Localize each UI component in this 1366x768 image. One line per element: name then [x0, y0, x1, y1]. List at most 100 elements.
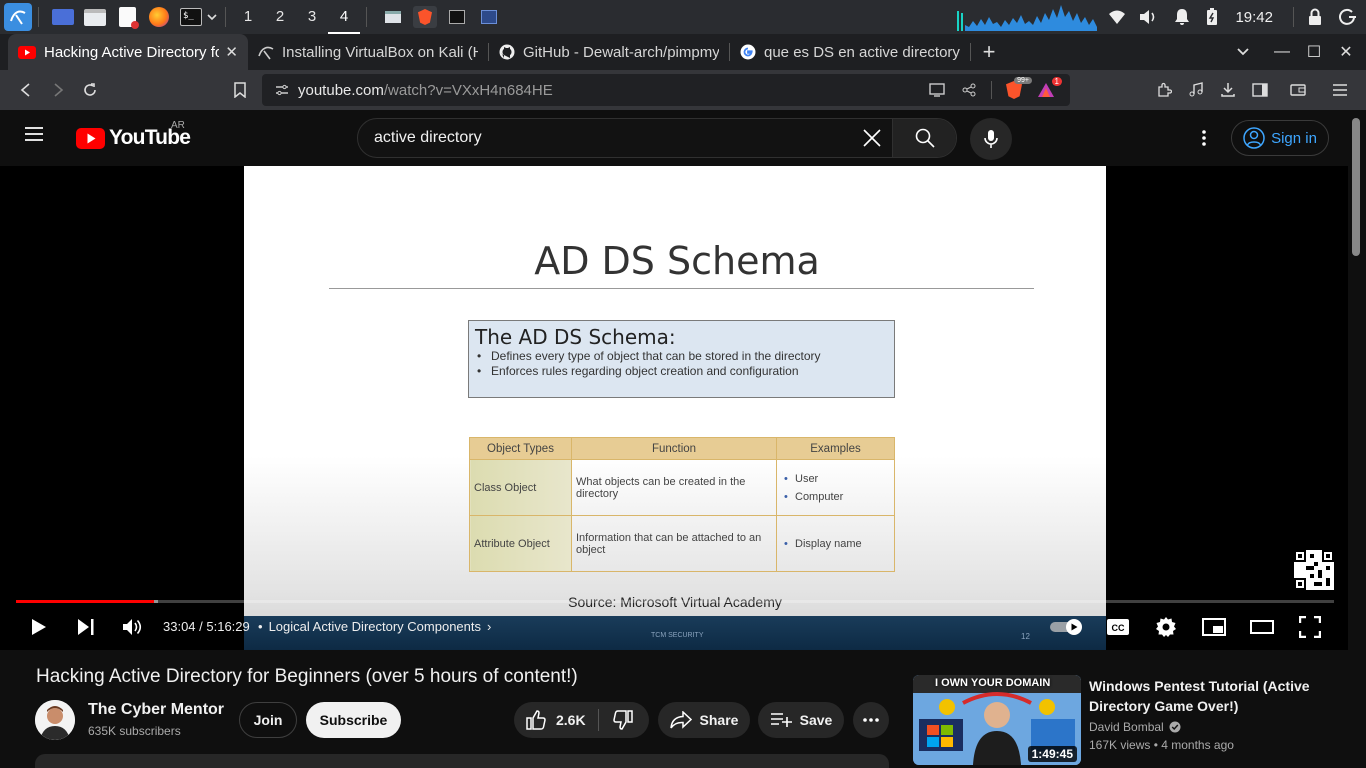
minimize-icon[interactable]: — [1266, 43, 1298, 61]
settings-button[interactable] [1151, 612, 1181, 642]
next-button[interactable] [71, 612, 101, 642]
forward-button[interactable] [42, 74, 74, 106]
share-page-icon[interactable] [953, 83, 985, 97]
search-input[interactable] [358, 129, 852, 147]
like-dislike-group: 2.6K [514, 702, 649, 738]
site-info-icon[interactable] [274, 82, 290, 98]
guide-menu-button[interactable] [24, 126, 44, 142]
sidebar-toggle-icon[interactable] [1244, 74, 1276, 106]
tab-github[interactable]: GitHub - Dewalt-arch/pimpmy [489, 34, 729, 70]
voice-search-button[interactable] [970, 118, 1012, 160]
workspace-2[interactable]: 2 [264, 0, 296, 34]
table-cell-type: Attribute Object [469, 515, 572, 572]
browser-tab-strip: Hacking Active Directory fo ✕ Installing… [0, 34, 1366, 70]
battery-icon[interactable] [1199, 2, 1225, 32]
save-button[interactable]: Save [758, 702, 844, 738]
recommended-title[interactable]: Windows Pentest Tutorial (Active Directo… [1089, 676, 1333, 716]
media-controls-icon[interactable] [1180, 74, 1212, 106]
downloads-icon[interactable] [1212, 74, 1244, 106]
window-monitor-icon[interactable] [477, 6, 501, 28]
join-button[interactable]: Join [239, 702, 297, 738]
playlist-add-icon [770, 713, 792, 727]
main-menu-icon[interactable] [1324, 74, 1356, 106]
video-player[interactable]: AD DS Schema The AD DS Schema: Defines e… [0, 166, 1348, 650]
table-cell-examples: Display name [776, 515, 895, 572]
video-title: Hacking Active Directory for Beginners (… [36, 666, 578, 687]
subtitles-button[interactable]: CC [1103, 612, 1133, 642]
tab-google[interactable]: que es DS en active directory ? [730, 34, 970, 70]
subscribe-button[interactable]: Subscribe [306, 702, 401, 738]
share-button[interactable]: Share [658, 702, 750, 738]
table-header: Examples [776, 437, 895, 460]
close-window-icon[interactable]: ✕ [1330, 42, 1362, 62]
search-clear-button[interactable] [852, 119, 892, 157]
dislike-button[interactable] [599, 702, 633, 738]
more-actions-button[interactable] [853, 702, 889, 738]
brave-rewards-icon[interactable]: 1 [1030, 77, 1062, 98]
maximize-icon[interactable]: ☐ [1298, 42, 1330, 62]
recommended-thumbnail[interactable]: I OWN YOUR DOMAIN 1:49:45 [913, 675, 1081, 765]
wifi-icon[interactable] [1103, 2, 1131, 32]
file-manager-icon[interactable] [83, 6, 107, 28]
logout-icon[interactable] [1330, 2, 1366, 32]
reload-button[interactable] [74, 74, 106, 106]
brave-shields-icon[interactable]: 99+ [998, 77, 1032, 99]
mute-button[interactable] [118, 612, 148, 642]
address-bar[interactable]: youtube.com/watch?v=VXxH4n684HE 99+ 1 [262, 74, 1070, 106]
autoplay-toggle[interactable] [1050, 618, 1086, 636]
taskbar-separator [1293, 7, 1294, 27]
firefox-icon[interactable] [147, 6, 171, 28]
lock-screen-icon[interactable] [1300, 2, 1330, 32]
tab-youtube[interactable]: Hacking Active Directory fo ✕ [8, 34, 248, 70]
page-scrollbar[interactable] [1348, 110, 1366, 768]
new-tab-button[interactable]: + [971, 34, 1007, 70]
recommended-video[interactable]: I OWN YOUR DOMAIN 1:49:45 Windows Pentes… [913, 675, 1333, 765]
kali-menu-icon[interactable] [4, 3, 32, 31]
back-button[interactable] [10, 74, 42, 106]
table-cell-examples: User Computer [776, 459, 895, 516]
theater-mode-button[interactable] [1247, 612, 1277, 642]
settings-more-button[interactable] [1192, 126, 1216, 150]
system-clock[interactable]: 19:42 [1235, 9, 1273, 26]
notifications-bell-icon[interactable] [1165, 2, 1199, 32]
tab-virtualbox[interactable]: Installing VirtualBox on Kali (H [248, 34, 488, 70]
workspace-4[interactable]: 4 [328, 0, 360, 34]
youtube-logo[interactable]: YouTube AR [76, 120, 191, 150]
scrollbar-thumb[interactable] [1352, 118, 1360, 256]
chapter-title-button[interactable]: • Logical Active Directory Components › [258, 619, 491, 634]
description-box[interactable] [35, 754, 889, 768]
show-desktop-icon[interactable] [51, 6, 75, 28]
wallet-icon[interactable] [1282, 74, 1314, 106]
terminal-icon[interactable]: $_ [179, 6, 203, 28]
bookmark-button[interactable] [224, 74, 256, 106]
text-editor-icon[interactable] [115, 6, 139, 29]
sign-in-label: Sign in [1271, 129, 1317, 147]
sign-in-button[interactable]: Sign in [1231, 120, 1329, 156]
like-button[interactable]: 2.6K [514, 702, 586, 738]
brave-rewards-badge: 1 [1051, 77, 1062, 86]
volume-icon[interactable] [1131, 2, 1165, 32]
tab-search-chevron-icon[interactable] [1220, 43, 1266, 61]
search-button[interactable] [892, 119, 956, 157]
window-brave-icon[interactable] [413, 6, 437, 28]
channel-avatar[interactable] [35, 700, 75, 740]
progress-bar[interactable] [16, 600, 1334, 603]
cpu-graph-icon [957, 5, 1098, 31]
recommended-channel[interactable]: David Bombal [1089, 720, 1181, 734]
url-host: youtube.com [298, 81, 384, 99]
fullscreen-button[interactable] [1295, 612, 1325, 642]
cast-icon[interactable] [921, 83, 953, 97]
tab-label: GitHub - Dewalt-arch/pimpmy [523, 43, 719, 61]
extensions-icon[interactable] [1148, 74, 1180, 106]
workspace-1[interactable]: 1 [232, 0, 264, 34]
channel-name[interactable]: The Cyber Mentor [88, 701, 224, 719]
tab-close-icon[interactable]: ✕ [225, 43, 238, 61]
workspace-3[interactable]: 3 [296, 0, 328, 34]
miniplayer-button[interactable] [1199, 612, 1229, 642]
terminal-dropdown-icon[interactable] [205, 6, 219, 28]
search-box [357, 118, 957, 158]
window-terminal-icon[interactable] [445, 6, 469, 28]
youtube-header: YouTube AR Sign in [0, 110, 1366, 166]
window-files-icon[interactable] [381, 6, 405, 28]
play-button[interactable] [24, 612, 54, 642]
